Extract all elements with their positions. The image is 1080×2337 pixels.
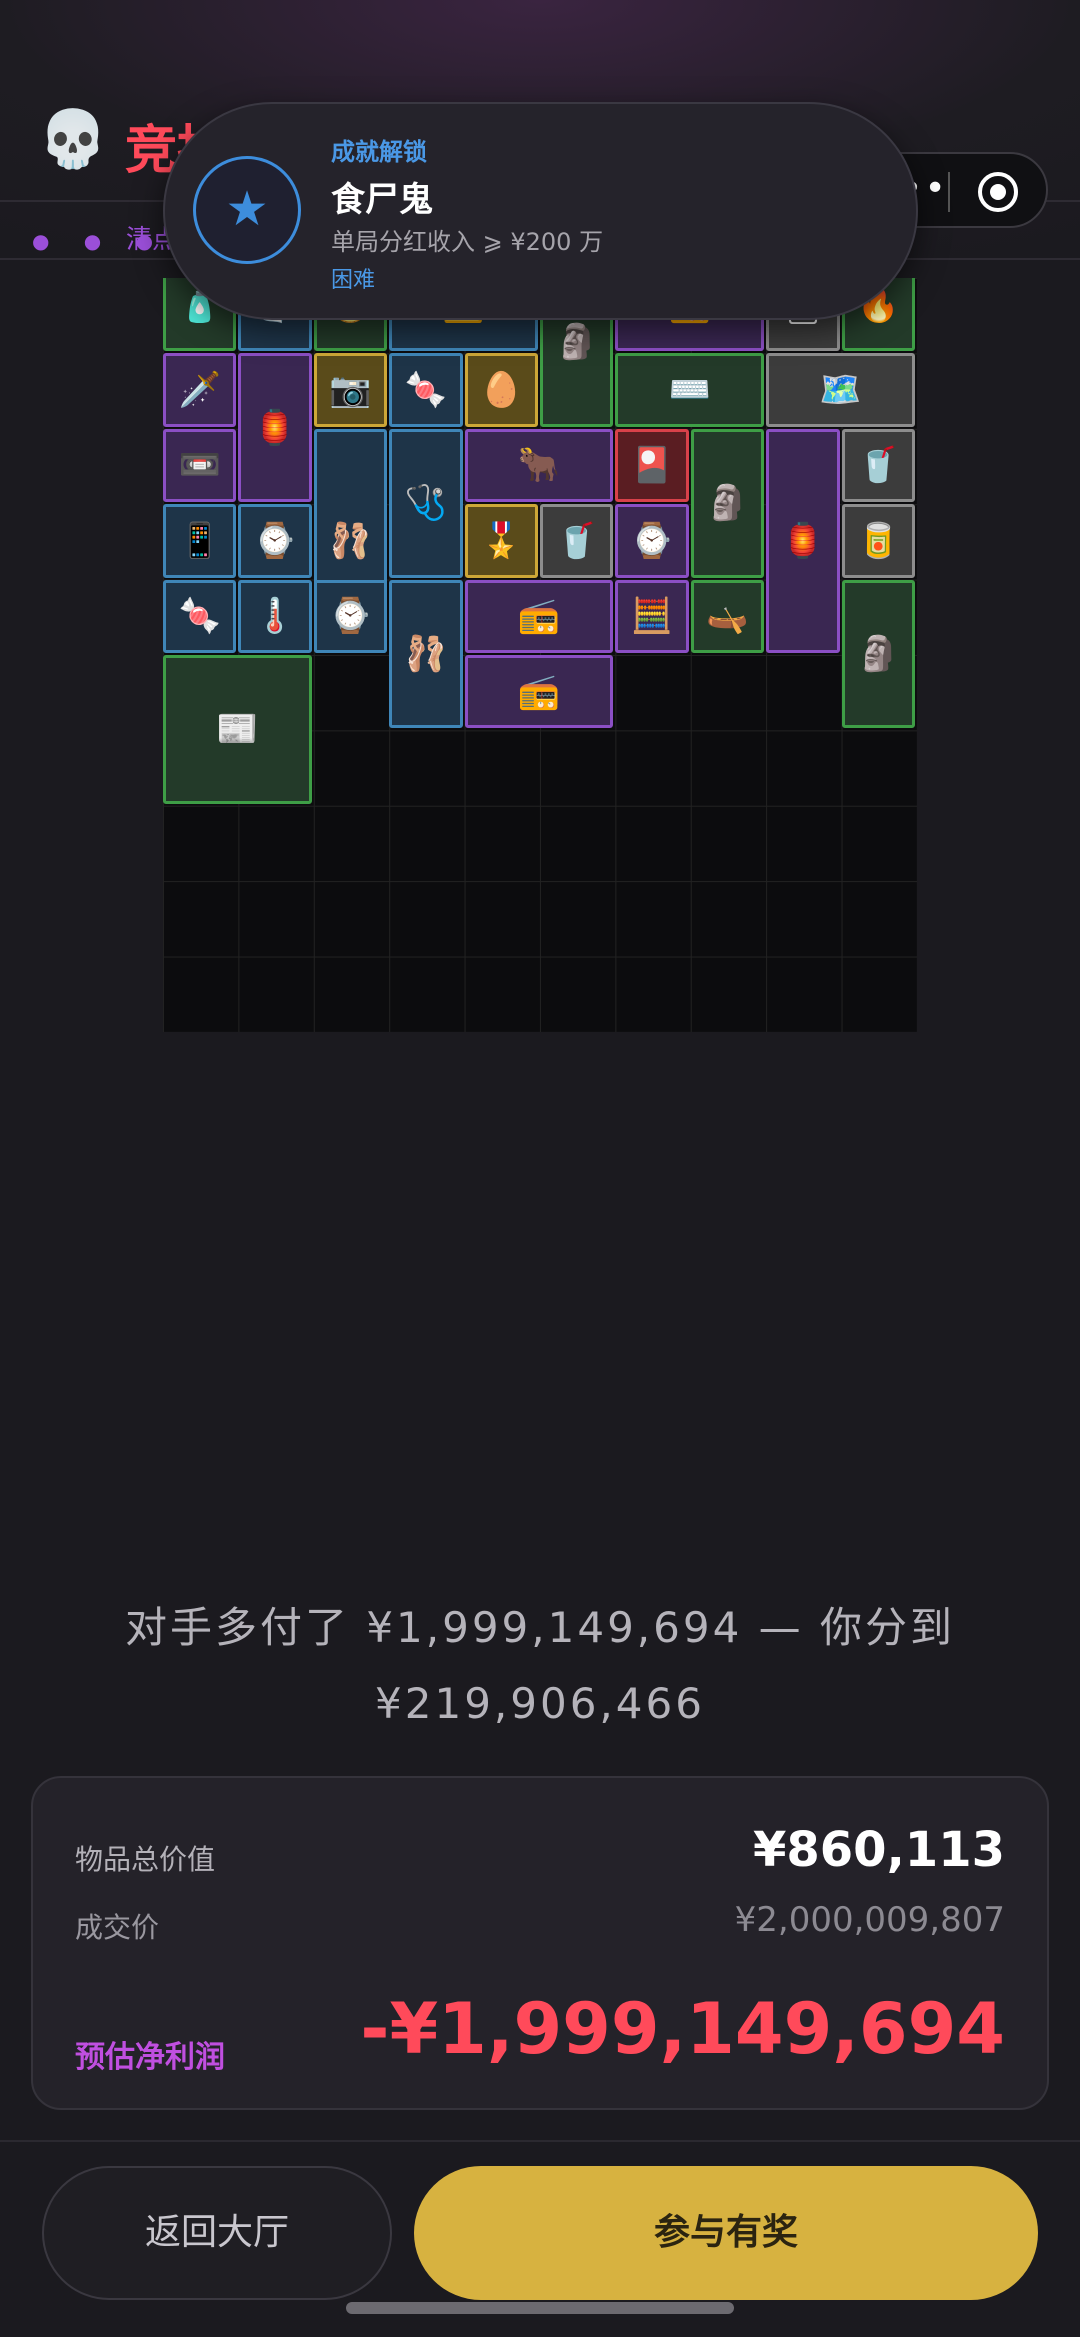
grid-item[interactable]: 🏮: [238, 353, 312, 503]
grid-item[interactable]: 🗿: [690, 428, 765, 578]
grid-item[interactable]: 📰: [163, 655, 312, 804]
grid-item[interactable]: 🗿: [841, 579, 915, 729]
grid-item[interactable]: 🗺️: [766, 353, 915, 427]
result-message: 对手多付了 ¥1,999,149,694 — 你分到 ¥219,906,466: [80, 1590, 1000, 1742]
grid-item[interactable]: 🩰: [389, 579, 463, 729]
grid-item[interactable]: 🥫: [841, 504, 915, 578]
achievement-description: 单局分红收入 ⩾ ¥200 万: [331, 228, 604, 256]
grid-item[interactable]: 🍬: [163, 579, 237, 653]
profit-label: 预估净利润: [75, 2040, 225, 2075]
grid-item[interactable]: 🥤: [540, 504, 614, 578]
profit-value: -¥1,999,149,694: [360, 1988, 1005, 2070]
total-value: ¥860,113: [752, 1822, 1005, 1878]
grid-item[interactable]: ⌚: [313, 579, 388, 653]
grid-item[interactable]: 🥤: [841, 428, 915, 503]
deal-price-value: ¥2,000,009,807: [734, 1900, 1005, 1940]
achievement-name: 食尸鬼: [331, 180, 433, 220]
grid-item[interactable]: 🥚: [464, 353, 538, 427]
star-icon: ★: [193, 156, 301, 264]
grid-item[interactable]: 📱: [163, 504, 237, 578]
grid-item[interactable]: ⌚: [615, 504, 689, 578]
result-message-line2: ¥219,906,466: [375, 1679, 705, 1728]
achievement-toast[interactable]: ★ 成就解锁 食尸鬼 单局分红收入 ⩾ ¥200 万 困难: [163, 102, 918, 320]
grid-item[interactable]: ⌚: [238, 504, 312, 578]
grid-item[interactable]: 🧮: [615, 579, 689, 653]
total-value-label: 物品总价值: [75, 1843, 216, 1876]
grid-item[interactable]: 🛶: [690, 579, 765, 653]
grid-item[interactable]: 🐂: [464, 428, 614, 503]
grid-item[interactable]: 🏮: [766, 428, 840, 653]
deal-price-label: 成交价: [75, 1911, 160, 1944]
grid-item[interactable]: 📻: [464, 655, 614, 729]
achievement-heading: 成就解锁: [331, 138, 427, 166]
grid-item[interactable]: 📷: [313, 353, 388, 427]
achievement-difficulty: 困难: [331, 268, 376, 293]
grid-item[interactable]: 🎴: [615, 428, 689, 503]
grid-item[interactable]: 📻: [464, 579, 614, 653]
home-indicator[interactable]: [346, 2302, 734, 2314]
grid-item[interactable]: 📼: [163, 428, 237, 503]
grid-item[interactable]: 🎖️: [464, 504, 538, 578]
summary-card: 物品总价值 ¥860,113 成交价 ¥2,000,009,807 预估净利润 …: [31, 1776, 1049, 2110]
grid-item[interactable]: 🩺: [389, 428, 463, 578]
return-lobby-button[interactable]: 返回大厅: [42, 2166, 392, 2300]
target-icon[interactable]: [978, 172, 1018, 212]
inventory-grid: 🧴🧻🪙🟨🗿📻🃏🔥🗡️🏮📷🍬🥚⌨️🗺️📼🩰🩺🐂🎴🗿🏮🥤📱⌚🎖️🥤⌚🥫🍬🌡️⌚🩰📻🧮…: [163, 278, 917, 1032]
grid-item[interactable]: ⌨️: [615, 353, 765, 427]
grid-item[interactable]: 🍬: [389, 353, 463, 427]
grid-item[interactable]: 🌡️: [238, 579, 312, 653]
bottom-divider: [0, 2140, 1080, 2142]
capsule-divider: [948, 172, 950, 212]
grid-item[interactable]: 🗡️: [163, 353, 237, 427]
result-message-line1: 对手多付了 ¥1,999,149,694 — 你分到: [124, 1603, 956, 1652]
join-reward-button[interactable]: 参与有奖: [414, 2166, 1038, 2300]
skull-icon: 💀: [38, 107, 108, 172]
